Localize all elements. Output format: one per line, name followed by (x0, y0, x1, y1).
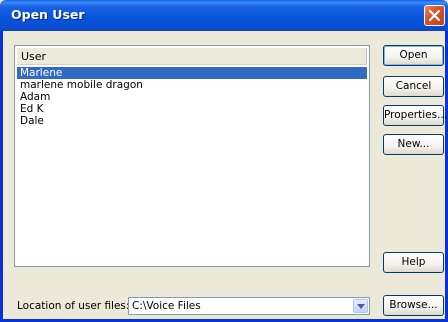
help-button[interactable]: Help (383, 252, 444, 273)
properties-button[interactable]: Properties... (383, 105, 447, 126)
list-item[interactable]: Dale (17, 115, 367, 127)
title-bar[interactable]: Open User (0, 0, 448, 31)
cancel-button[interactable]: Cancel (383, 76, 444, 97)
location-label: Location of user files: (17, 300, 130, 312)
user-list[interactable]: User Marlene marlene mobile dragon Adam … (14, 45, 370, 267)
list-item[interactable]: marlene mobile dragon (17, 79, 367, 91)
list-item[interactable]: Adam (17, 91, 367, 103)
column-header-label: User (21, 50, 47, 63)
user-rows: Marlene marlene mobile dragon Adam Ed K … (17, 67, 367, 127)
list-item[interactable]: Marlene (17, 67, 367, 79)
new-button[interactable]: New... (383, 134, 444, 155)
chevron-down-icon (357, 304, 365, 309)
close-button[interactable] (424, 5, 445, 26)
browse-button[interactable]: Browse... (383, 295, 444, 316)
open-user-dialog: Open User User Marlene marlene mobile dr… (0, 0, 448, 322)
list-item[interactable]: Ed K (17, 103, 367, 115)
open-button[interactable]: Open (383, 45, 444, 66)
location-combobox[interactable]: C:\Voice Files (128, 297, 370, 315)
close-icon (428, 9, 441, 22)
dropdown-button[interactable] (353, 299, 368, 313)
location-value: C:\Voice Files (132, 300, 201, 312)
column-header-user[interactable]: User (17, 48, 367, 65)
window-title: Open User (11, 7, 85, 22)
